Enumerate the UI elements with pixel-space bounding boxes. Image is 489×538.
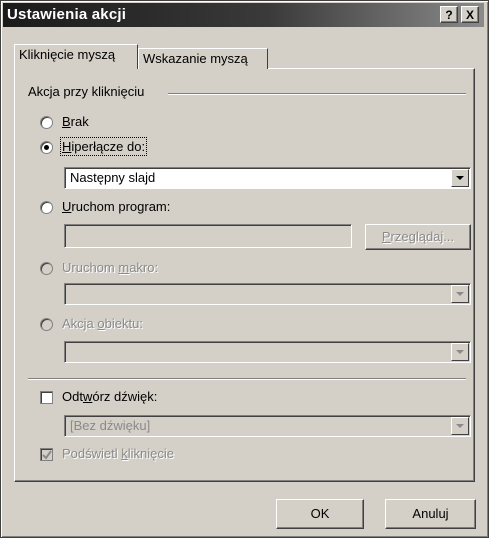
hyperlink-select[interactable]: Następny slajd	[64, 167, 471, 189]
tab-mouse-over-label: Wskazanie myszą	[143, 51, 248, 66]
radio-run-program[interactable]	[40, 201, 53, 214]
help-icon: ?	[445, 8, 453, 22]
tab-mouse-click[interactable]: Kliknięcie myszą	[14, 44, 138, 69]
radio-none-label[interactable]: Brak	[62, 114, 89, 129]
radio-object-action[interactable]	[40, 318, 53, 331]
macro-select[interactable]	[64, 283, 471, 305]
close-button[interactable]: X	[461, 6, 479, 23]
ok-button[interactable]: OK	[276, 499, 364, 529]
play-sound-checkbox[interactable]	[40, 391, 53, 404]
highlight-click-checkbox[interactable]	[40, 448, 53, 461]
help-button[interactable]: ?	[440, 6, 458, 23]
radio-hyperlink[interactable]	[40, 141, 53, 154]
chevron-down-icon[interactable]	[451, 285, 469, 303]
radio-none[interactable]	[40, 116, 53, 129]
chevron-down-icon[interactable]	[451, 343, 469, 361]
chevron-down-icon[interactable]	[451, 169, 469, 187]
title-bar[interactable]: Ustawienia akcji ? X	[3, 3, 484, 27]
hyperlink-select-value: Następny slajd	[70, 170, 156, 185]
radio-object-action-label[interactable]: Akcja obiektu:	[62, 316, 143, 331]
browse-button[interactable]: Przeglądaj...	[365, 224, 471, 250]
play-sound-label[interactable]: Odtwórz dźwięk:	[62, 389, 157, 404]
cancel-button[interactable]: Anuluj	[385, 499, 476, 529]
sound-select[interactable]: [Bez dźwięku]	[64, 415, 471, 437]
highlight-click-label[interactable]: Podświetl kliknięcie	[62, 446, 174, 461]
tab-mouse-click-label: Kliknięcie myszą	[19, 47, 116, 62]
program-path-input[interactable]	[64, 224, 352, 248]
close-icon: X	[465, 8, 474, 22]
checkmark-icon	[42, 450, 52, 460]
group-label-click-action: Akcja przy kliknięciu	[28, 84, 149, 99]
group-separator	[168, 93, 466, 95]
section-divider	[28, 378, 466, 380]
radio-selected-dot	[44, 145, 49, 150]
window-title: Ustawienia akcji	[7, 6, 127, 23]
radio-run-program-label[interactable]: Uruchom program:	[62, 199, 170, 214]
tab-mouse-over[interactable]: Wskazanie myszą	[138, 48, 268, 69]
radio-run-macro[interactable]	[40, 262, 53, 275]
sound-select-value: [Bez dźwięku]	[70, 418, 151, 433]
chevron-down-icon[interactable]	[451, 417, 469, 435]
object-action-select[interactable]	[64, 341, 471, 363]
radio-run-macro-label[interactable]: Uruchom makro:	[62, 260, 158, 275]
radio-hyperlink-label[interactable]: Hiperłącze do:	[59, 137, 148, 156]
